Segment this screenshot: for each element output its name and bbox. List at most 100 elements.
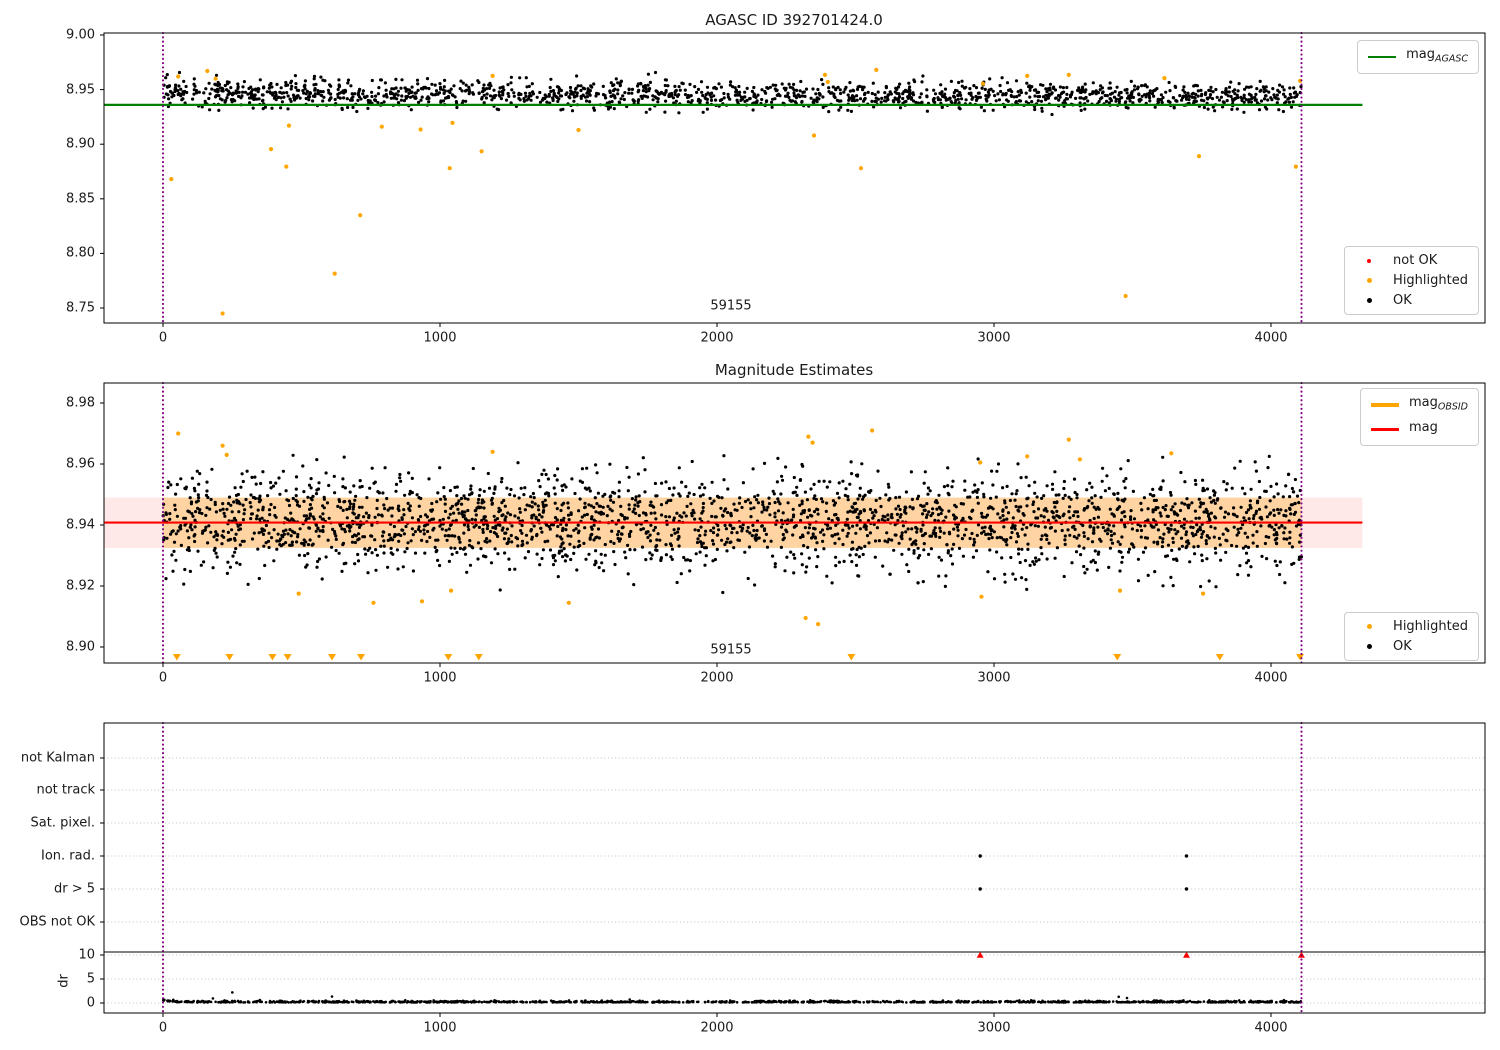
ok-point bbox=[1171, 536, 1175, 540]
ok-point bbox=[751, 523, 755, 528]
ok-point bbox=[583, 501, 587, 505]
ok-point bbox=[474, 523, 478, 527]
ok-point bbox=[1206, 107, 1210, 111]
ok-point bbox=[1130, 527, 1134, 531]
highlighted-below-range-marker bbox=[327, 654, 336, 661]
ok-point bbox=[1079, 108, 1083, 112]
ok-point bbox=[916, 494, 921, 498]
ok-point bbox=[670, 547, 675, 551]
ok-point bbox=[746, 498, 750, 502]
ok-point bbox=[1105, 94, 1109, 98]
ok-point bbox=[774, 83, 778, 87]
highlighted-point bbox=[419, 599, 425, 604]
ok-point bbox=[857, 555, 862, 559]
ok-point bbox=[1285, 537, 1289, 541]
ok-point bbox=[601, 505, 605, 509]
ok-point bbox=[1035, 495, 1039, 499]
ok-point bbox=[726, 487, 730, 491]
ok-point bbox=[408, 489, 412, 493]
ok-point bbox=[675, 580, 679, 585]
ok-point bbox=[243, 90, 248, 94]
ok-point bbox=[370, 94, 374, 99]
highlighted-point bbox=[490, 449, 495, 454]
ok-point bbox=[1116, 497, 1120, 501]
ok-point bbox=[408, 88, 412, 92]
ok-point bbox=[644, 558, 648, 562]
ok-point bbox=[1031, 502, 1035, 507]
ok-point bbox=[556, 99, 560, 103]
ok-point bbox=[612, 83, 616, 87]
highlighted-point bbox=[371, 600, 376, 605]
ok-point bbox=[1205, 534, 1209, 538]
ok-point bbox=[204, 87, 208, 91]
ok-point bbox=[830, 581, 834, 585]
ok-point bbox=[1071, 525, 1075, 529]
ok-point bbox=[654, 89, 658, 93]
ok-point bbox=[276, 95, 280, 99]
ok-point bbox=[839, 99, 843, 103]
ok-point bbox=[925, 94, 929, 98]
ok-point bbox=[932, 88, 936, 92]
ok-point bbox=[238, 527, 243, 531]
ok-point bbox=[588, 489, 592, 493]
ok-point bbox=[741, 481, 746, 485]
ok-point bbox=[784, 465, 788, 469]
ok-point bbox=[1214, 585, 1218, 589]
ok-point bbox=[203, 528, 207, 532]
ok-point bbox=[1018, 99, 1023, 103]
ok-point bbox=[1005, 81, 1010, 85]
ok-point bbox=[973, 483, 977, 487]
ok-point bbox=[1259, 524, 1263, 528]
ok-point bbox=[234, 89, 238, 93]
ok-point bbox=[1129, 79, 1133, 83]
ok-point bbox=[179, 543, 183, 548]
highlighted-below-range-marker bbox=[1215, 654, 1224, 661]
dr-ok-point bbox=[522, 1000, 525, 1004]
ok-point bbox=[773, 562, 777, 566]
ok-point bbox=[740, 505, 744, 510]
ok-point bbox=[628, 548, 632, 552]
ok-point bbox=[773, 511, 777, 515]
ok-point bbox=[1088, 481, 1092, 485]
ok-point bbox=[308, 512, 312, 516]
ok-point bbox=[1278, 83, 1282, 87]
ok-point bbox=[726, 537, 730, 541]
ok-point bbox=[801, 534, 805, 538]
ok-point bbox=[698, 486, 702, 490]
ok-point bbox=[200, 531, 205, 535]
ok-point bbox=[579, 84, 583, 88]
ok-point bbox=[165, 536, 169, 540]
ok-point bbox=[737, 538, 742, 543]
ok-point bbox=[557, 551, 561, 555]
ok-point bbox=[989, 532, 993, 537]
ok-point bbox=[873, 539, 878, 543]
ok-point bbox=[711, 539, 715, 543]
ok-point bbox=[752, 506, 756, 510]
ok-point bbox=[296, 535, 300, 539]
ok-point bbox=[783, 569, 787, 573]
ok-point bbox=[594, 510, 598, 514]
ok-point bbox=[1139, 98, 1143, 102]
ok-point bbox=[700, 482, 704, 486]
ok-point bbox=[712, 526, 716, 530]
ok-point bbox=[1253, 460, 1257, 464]
ok-point bbox=[1209, 511, 1213, 515]
ok-point bbox=[806, 545, 810, 550]
ok-point bbox=[800, 100, 804, 104]
ok-point bbox=[695, 90, 699, 94]
ok-point bbox=[540, 556, 544, 561]
highlighted-below-range-marker bbox=[444, 654, 453, 661]
ok-point bbox=[1293, 95, 1297, 99]
ok-point bbox=[340, 569, 344, 574]
ok-point bbox=[646, 535, 650, 540]
ok-point bbox=[1194, 516, 1198, 520]
ok-point bbox=[1034, 559, 1038, 563]
ok-point bbox=[277, 539, 281, 543]
ok-point bbox=[1193, 478, 1197, 483]
ok-point bbox=[345, 97, 349, 101]
ok-point bbox=[278, 543, 282, 547]
highlighted-point bbox=[358, 213, 363, 218]
ok-point bbox=[337, 91, 341, 95]
ok-point bbox=[1040, 109, 1044, 113]
ok-point bbox=[1082, 508, 1086, 512]
